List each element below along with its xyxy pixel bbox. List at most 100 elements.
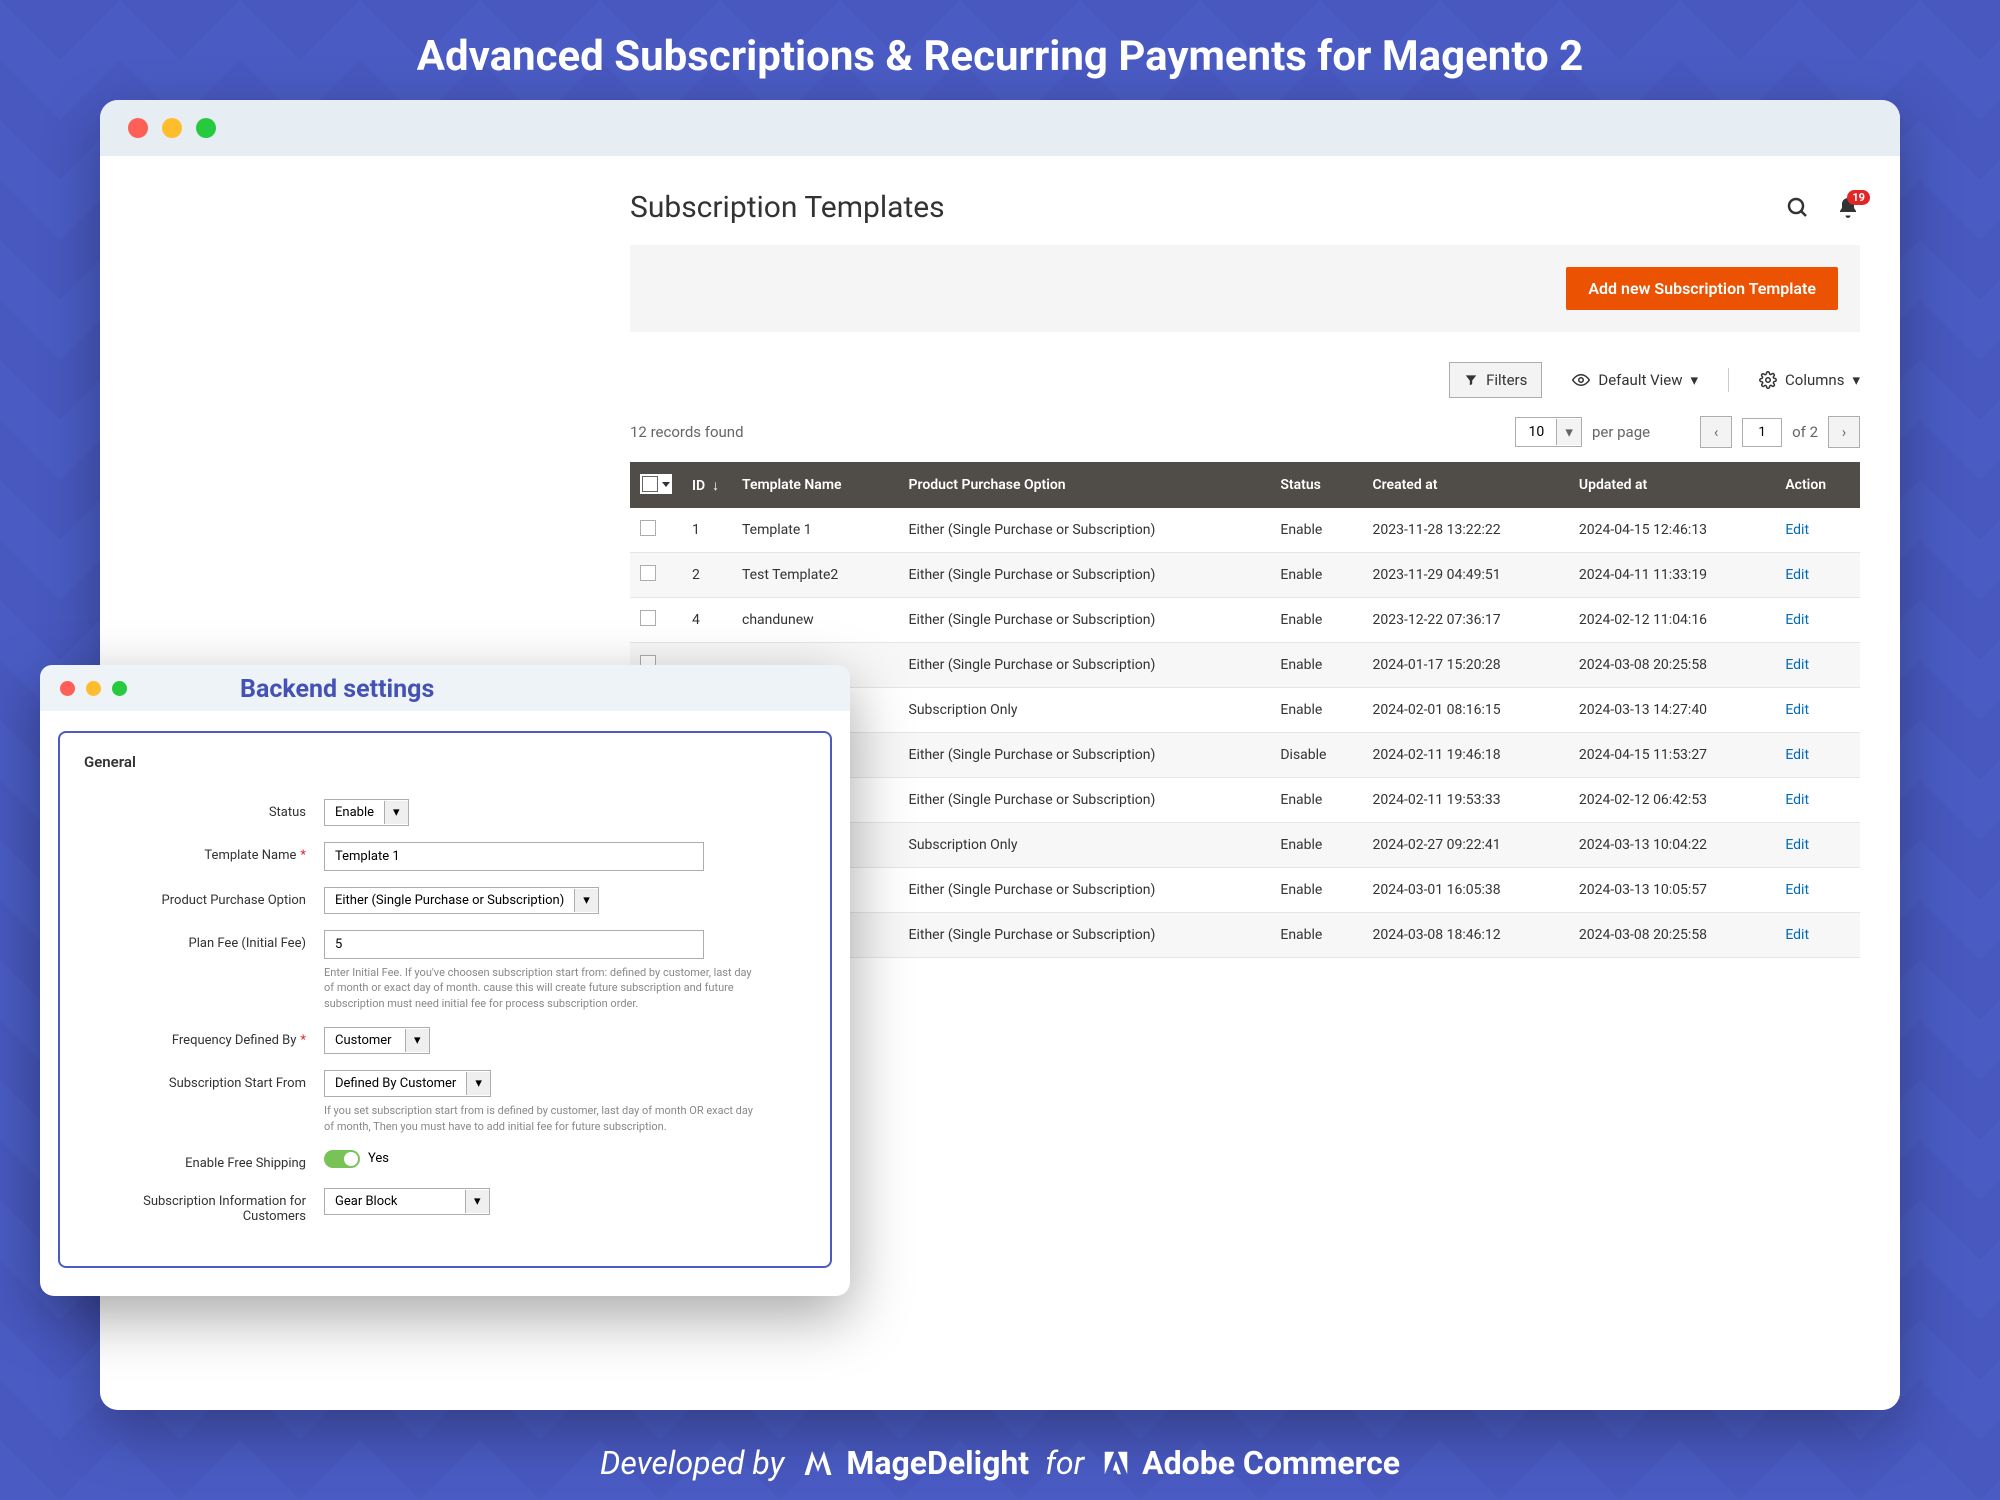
- cell-status: Enable: [1270, 508, 1362, 553]
- edit-link[interactable]: Edit: [1785, 702, 1809, 718]
- cell-updated: 2024-03-08 20:25:58: [1569, 643, 1775, 688]
- cell-option: Either (Single Purchase or Subscription): [899, 778, 1271, 823]
- default-view-button[interactable]: Default View ▾: [1572, 371, 1698, 389]
- row-checkbox[interactable]: [640, 520, 656, 536]
- cell-status: Enable: [1270, 868, 1362, 913]
- filters-label: Filters: [1486, 371, 1527, 389]
- cell-option: Either (Single Purchase or Subscription): [899, 553, 1271, 598]
- cell-option: Subscription Only: [899, 688, 1271, 733]
- cell-created: 2024-03-01 16:05:38: [1362, 868, 1568, 913]
- settings-window: Backend settings General Status Enable▾ …: [40, 665, 850, 1296]
- edit-link[interactable]: Edit: [1785, 792, 1809, 808]
- default-view-label: Default View: [1598, 371, 1682, 389]
- toolbar-divider: [1728, 368, 1729, 392]
- cell-option: Either (Single Purchase or Subscription): [899, 733, 1271, 778]
- label-template-name: Template Name*: [84, 842, 324, 863]
- col-option[interactable]: Product Purchase Option: [899, 462, 1271, 508]
- window-maximize-icon[interactable]: [196, 118, 216, 138]
- window-minimize-icon[interactable]: [162, 118, 182, 138]
- records-found: 12 records found: [630, 423, 744, 441]
- hero-title: Advanced Subscriptions & Recurring Payme…: [0, 32, 2000, 81]
- cell-updated: 2024-04-11 11:33:19: [1569, 553, 1775, 598]
- adobe-logo: Adobe Commerce: [1100, 1444, 1400, 1482]
- plan-fee-help: Enter Initial Fee. If you've choosen sub…: [324, 965, 754, 1011]
- cell-updated: 2024-02-12 06:42:53: [1569, 778, 1775, 823]
- search-icon[interactable]: [1786, 196, 1810, 220]
- plan-fee-input[interactable]: [324, 930, 704, 959]
- template-name-input[interactable]: [324, 842, 704, 871]
- footer-for: for: [1045, 1444, 1084, 1482]
- cell-option: Either (Single Purchase or Subscription): [899, 643, 1271, 688]
- table-row: 4 chandunew Either (Single Purchase or S…: [630, 598, 1860, 643]
- col-template[interactable]: Template Name: [732, 462, 899, 508]
- row-checkbox[interactable]: [640, 565, 656, 581]
- label-status: Status: [84, 799, 324, 820]
- cell-updated: 2024-03-13 14:27:40: [1569, 688, 1775, 733]
- free-shipping-toggle[interactable]: [324, 1150, 360, 1168]
- footer-text: Developed by: [600, 1444, 784, 1482]
- start-from-help: If you set subscription start from is de…: [324, 1103, 754, 1134]
- edit-link[interactable]: Edit: [1785, 747, 1809, 763]
- start-from-select[interactable]: Defined By Customer▾: [324, 1070, 491, 1097]
- label-free-shipping: Enable Free Shipping: [84, 1150, 324, 1171]
- edit-link[interactable]: Edit: [1785, 612, 1809, 628]
- edit-link[interactable]: Edit: [1785, 927, 1809, 943]
- cell-id: 1: [682, 508, 732, 553]
- page-total: of 2: [1792, 423, 1818, 441]
- chevron-down-icon: ▾: [1691, 371, 1699, 389]
- status-select[interactable]: Enable▾: [324, 799, 409, 826]
- ppo-select[interactable]: Either (Single Purchase or Subscription)…: [324, 887, 599, 914]
- page-number-input[interactable]: [1742, 418, 1782, 447]
- columns-button[interactable]: Columns ▾: [1759, 371, 1860, 389]
- prev-page-button[interactable]: ‹: [1700, 416, 1732, 448]
- cell-updated: 2024-04-15 11:53:27: [1569, 733, 1775, 778]
- add-template-button[interactable]: Add new Subscription Template: [1566, 267, 1838, 310]
- col-id[interactable]: ID ↓: [682, 462, 732, 508]
- next-page-button[interactable]: ›: [1828, 416, 1860, 448]
- notifications-icon[interactable]: 19: [1836, 196, 1860, 220]
- cell-status: Enable: [1270, 778, 1362, 823]
- cell-updated: 2024-03-08 20:25:58: [1569, 913, 1775, 958]
- edit-link[interactable]: Edit: [1785, 522, 1809, 538]
- edit-link[interactable]: Edit: [1785, 837, 1809, 853]
- cell-updated: 2024-03-13 10:04:22: [1569, 823, 1775, 868]
- footer: Developed by MageDelight for Adobe Comme…: [0, 1444, 2000, 1482]
- col-status[interactable]: Status: [1270, 462, 1362, 508]
- page-size-select[interactable]: ▾: [1515, 417, 1582, 447]
- label-sub-info: Subscription Information for Customers: [84, 1188, 324, 1224]
- window-close-icon[interactable]: [128, 118, 148, 138]
- chevron-down-icon: ▾: [1852, 371, 1860, 389]
- select-all-checkbox[interactable]: [640, 474, 672, 494]
- col-created[interactable]: Created at: [1362, 462, 1568, 508]
- page-size-input[interactable]: [1516, 418, 1556, 446]
- columns-label: Columns: [1785, 371, 1844, 389]
- edit-link[interactable]: Edit: [1785, 882, 1809, 898]
- cell-created: 2024-03-08 18:46:12: [1362, 913, 1568, 958]
- edit-link[interactable]: Edit: [1785, 567, 1809, 583]
- cell-name: Test Template2: [732, 553, 899, 598]
- sub-info-select[interactable]: Gear Block▾: [324, 1188, 490, 1215]
- window-minimize-icon[interactable]: [86, 681, 101, 696]
- cell-status: Enable: [1270, 688, 1362, 733]
- filters-button[interactable]: Filters: [1449, 362, 1542, 398]
- page-title: Subscription Templates: [630, 190, 945, 225]
- cell-option: Either (Single Purchase or Subscription): [899, 598, 1271, 643]
- row-checkbox[interactable]: [640, 610, 656, 626]
- cell-option: Either (Single Purchase or Subscription): [899, 508, 1271, 553]
- frequency-select[interactable]: Customer▾: [324, 1027, 430, 1054]
- edit-link[interactable]: Edit: [1785, 657, 1809, 673]
- cell-status: Enable: [1270, 823, 1362, 868]
- label-start-from: Subscription Start From: [84, 1070, 324, 1091]
- table-row: 2 Test Template2 Either (Single Purchase…: [630, 553, 1860, 598]
- cell-name: chandunew: [732, 598, 899, 643]
- pager: ▾ per page ‹ of 2 ›: [1515, 416, 1860, 448]
- chevron-down-icon[interactable]: ▾: [1556, 419, 1581, 445]
- window-close-icon[interactable]: [60, 681, 75, 696]
- col-updated[interactable]: Updated at: [1569, 462, 1775, 508]
- cell-status: Disable: [1270, 733, 1362, 778]
- cell-created: 2024-02-11 19:53:33: [1362, 778, 1568, 823]
- window-maximize-icon[interactable]: [112, 681, 127, 696]
- magedelight-logo: MageDelight: [800, 1444, 1029, 1482]
- cell-updated: 2024-02-12 11:04:16: [1569, 598, 1775, 643]
- settings-window-title: Backend settings: [240, 675, 434, 704]
